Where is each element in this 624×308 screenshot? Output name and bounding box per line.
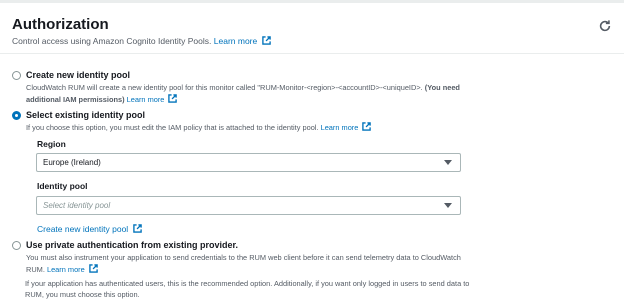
private-auth-learn-more-link[interactable]: Learn more — [47, 265, 85, 274]
panel-title: Authorization — [12, 16, 109, 33]
region-selected-value: Europe (Ireland) — [43, 158, 101, 167]
header-learn-more-link[interactable]: Learn more — [214, 36, 257, 46]
external-link-icon[interactable] — [168, 94, 178, 103]
external-link-icon[interactable] — [261, 36, 271, 45]
panel-header: Authorization Control access using Amazo… — [0, 4, 624, 54]
region-label: Region — [37, 139, 66, 149]
select-existing-pool-label[interactable]: Select existing identity pool — [26, 110, 145, 120]
panel-description-text: Control access using Amazon Cognito Iden… — [12, 36, 212, 46]
select-existing-pool-desc-text: If you choose this option, you must edit… — [26, 123, 319, 132]
create-new-pool-learn-more-link[interactable]: Learn more — [127, 95, 165, 104]
refresh-icon[interactable] — [598, 19, 612, 33]
create-new-identity-pool-link-text[interactable]: Create new identity pool — [37, 224, 128, 234]
identity-pool-select[interactable]: Select identity pool — [36, 196, 461, 215]
create-new-pool-desc-text: CloudWatch RUM will create a new identit… — [26, 83, 423, 92]
create-new-pool-radio[interactable] — [12, 71, 21, 80]
external-link-icon[interactable] — [362, 122, 372, 131]
external-link-icon[interactable] — [89, 264, 98, 273]
top-divider — [0, 0, 624, 3]
select-existing-pool-radio[interactable] — [12, 111, 21, 120]
caret-down-icon — [444, 203, 452, 208]
region-select[interactable]: Europe (Ireland) — [36, 153, 461, 172]
select-existing-pool-description: If you choose this option, you must edit… — [26, 122, 372, 134]
external-link-icon[interactable] — [132, 224, 142, 233]
private-auth-label[interactable]: Use private authentication from existing… — [26, 240, 238, 250]
select-existing-pool-learn-more-link[interactable]: Learn more — [321, 123, 359, 132]
authorization-panel: Authorization Control access using Amazo… — [0, 0, 624, 308]
private-auth-description: You must also instrument your applicatio… — [26, 252, 471, 276]
identity-pool-label: Identity pool — [37, 181, 88, 191]
panel-description: Control access using Amazon Cognito Iden… — [12, 36, 271, 46]
identity-pool-placeholder: Select identity pool — [43, 201, 111, 210]
caret-down-icon — [444, 160, 452, 165]
private-auth-radio[interactable] — [12, 241, 21, 250]
create-new-pool-description: CloudWatch RUM will create a new identit… — [26, 82, 466, 106]
create-new-identity-pool-link[interactable]: Create new identity pool — [37, 224, 142, 234]
create-new-pool-label[interactable]: Create new identity pool — [26, 70, 130, 80]
private-auth-recommendation-note: If your application has authenticated us… — [25, 279, 470, 299]
